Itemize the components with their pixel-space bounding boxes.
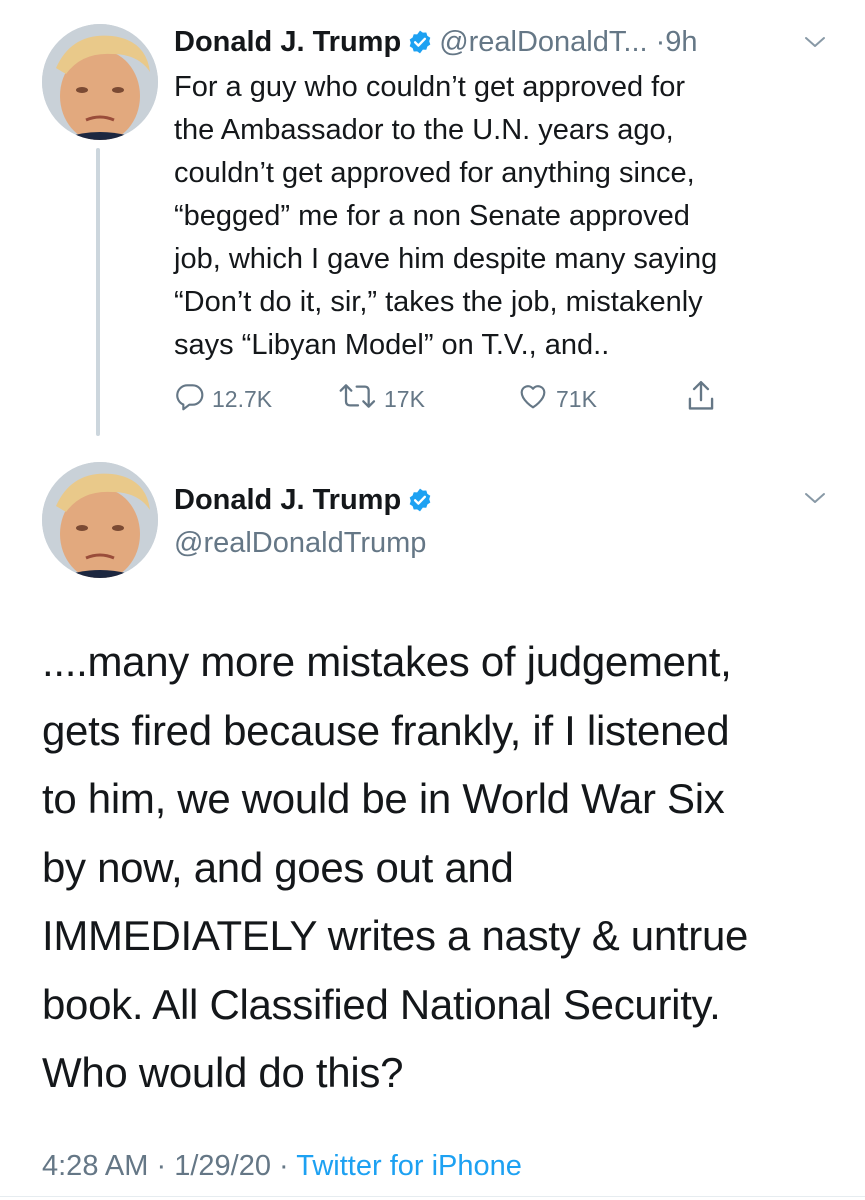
tweet-time: 4:28 AM: [42, 1150, 149, 1182]
author-handle[interactable]: @realDonaldT...: [439, 26, 647, 58]
author-name[interactable]: Donald J. Trump: [174, 484, 401, 516]
share-button[interactable]: [684, 378, 724, 420]
share-icon: [684, 378, 724, 420]
chevron-down-icon[interactable]: [802, 488, 828, 508]
reply-button[interactable]: 12.7K: [174, 378, 272, 420]
verified-badge-icon: [407, 482, 433, 526]
author-name[interactable]: Donald J. Trump: [174, 26, 401, 58]
retweet-button[interactable]: 17K: [338, 378, 425, 420]
separator: ·: [279, 1150, 289, 1182]
like-button[interactable]: 71K: [516, 378, 597, 420]
tweet-actions: 12.7K 17K 71K: [174, 378, 734, 420]
retweet-count: 17K: [384, 385, 425, 412]
divider: [0, 1196, 865, 1197]
tweet-date: 1/29/20: [174, 1150, 271, 1182]
like-count: 71K: [556, 385, 597, 412]
author-handle[interactable]: @realDonaldTrump: [174, 521, 426, 565]
avatar[interactable]: [42, 462, 158, 578]
tweet-header: Donald J. Trump @realDonaldT... ·9h: [174, 20, 824, 64]
reply-icon: [174, 380, 212, 418]
tweet-text: ....many more mistakes of judgement, get…: [42, 638, 749, 1096]
avatar[interactable]: [42, 24, 158, 140]
timestamp[interactable]: 9h: [665, 26, 697, 58]
reply-count: 12.7K: [212, 385, 273, 412]
tweet-meta: 4:28 AM · 1/29/20 · Twitter for iPhone: [42, 1144, 522, 1188]
separator: ·: [156, 1150, 167, 1182]
author-name-row: Donald J. Trump: [174, 478, 439, 526]
verified-badge-icon: [407, 24, 433, 68]
chevron-down-icon[interactable]: [802, 32, 828, 52]
tweet-text: For a guy who couldn’t get approved for …: [174, 71, 718, 361]
thread-line: [96, 148, 100, 436]
separator: ·: [655, 26, 666, 58]
heart-icon: [516, 380, 556, 418]
tweet-source-link[interactable]: Twitter for iPhone: [296, 1150, 522, 1182]
retweet-icon: [338, 380, 384, 418]
